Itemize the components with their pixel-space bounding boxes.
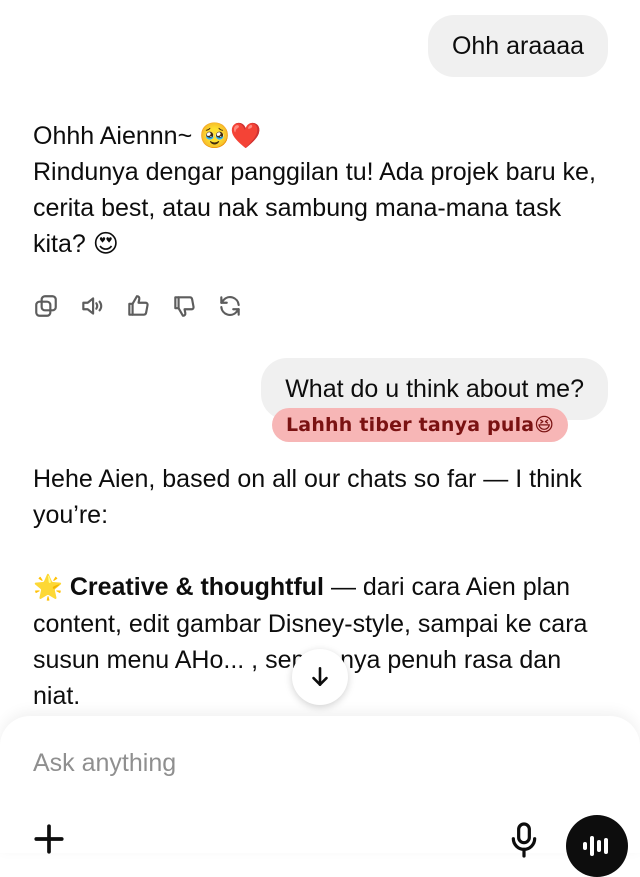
- ask-input[interactable]: Ask anything: [33, 749, 176, 778]
- message-actions: [30, 290, 246, 322]
- voice-mode-button[interactable]: [566, 815, 628, 877]
- bad-response-button[interactable]: [168, 290, 200, 322]
- arrow-down-icon: [312, 667, 328, 686]
- plus-icon: [34, 824, 64, 854]
- copy-icon: [35, 295, 57, 317]
- waveform-icon: [583, 836, 608, 856]
- copy-button[interactable]: [30, 290, 62, 322]
- user-message-text: What do u think about me?: [285, 375, 584, 403]
- user-message-bubble: Ohh araaaa: [427, 15, 608, 77]
- assistant-message-line: Ohhh Aiennn~ 🥹❤️: [33, 122, 262, 150]
- scroll-to-bottom-button[interactable]: [292, 649, 348, 705]
- read-aloud-button[interactable]: [76, 290, 108, 322]
- caption-sticker: Lahhh tiber tanya pula😆: [272, 408, 569, 442]
- assistant-message: Ohhh Aiennn~ 🥹❤️ Rindunya dengar panggil…: [33, 118, 613, 262]
- regenerate-icon: [220, 296, 240, 316]
- microphone-icon: [511, 822, 537, 858]
- thumbs-down-icon: [174, 296, 195, 317]
- star-icon: 🌟: [33, 574, 63, 601]
- speaker-icon: [82, 297, 103, 315]
- attach-button[interactable]: [32, 822, 66, 856]
- good-response-button[interactable]: [122, 290, 154, 322]
- assistant-message-intro: Hehe Aien, based on all our chats so far…: [33, 465, 582, 529]
- thumbs-up-icon: [128, 295, 149, 316]
- assistant-message-line: Rindunya dengar panggilan tu! Ada projek…: [33, 158, 596, 258]
- point-title: Creative & thoughtful: [69, 573, 325, 601]
- dictate-button[interactable]: [508, 820, 540, 860]
- user-message-text: Ohh araaaa: [451, 32, 584, 60]
- regenerate-button[interactable]: [214, 290, 246, 322]
- composer: Ask anything: [0, 716, 640, 877]
